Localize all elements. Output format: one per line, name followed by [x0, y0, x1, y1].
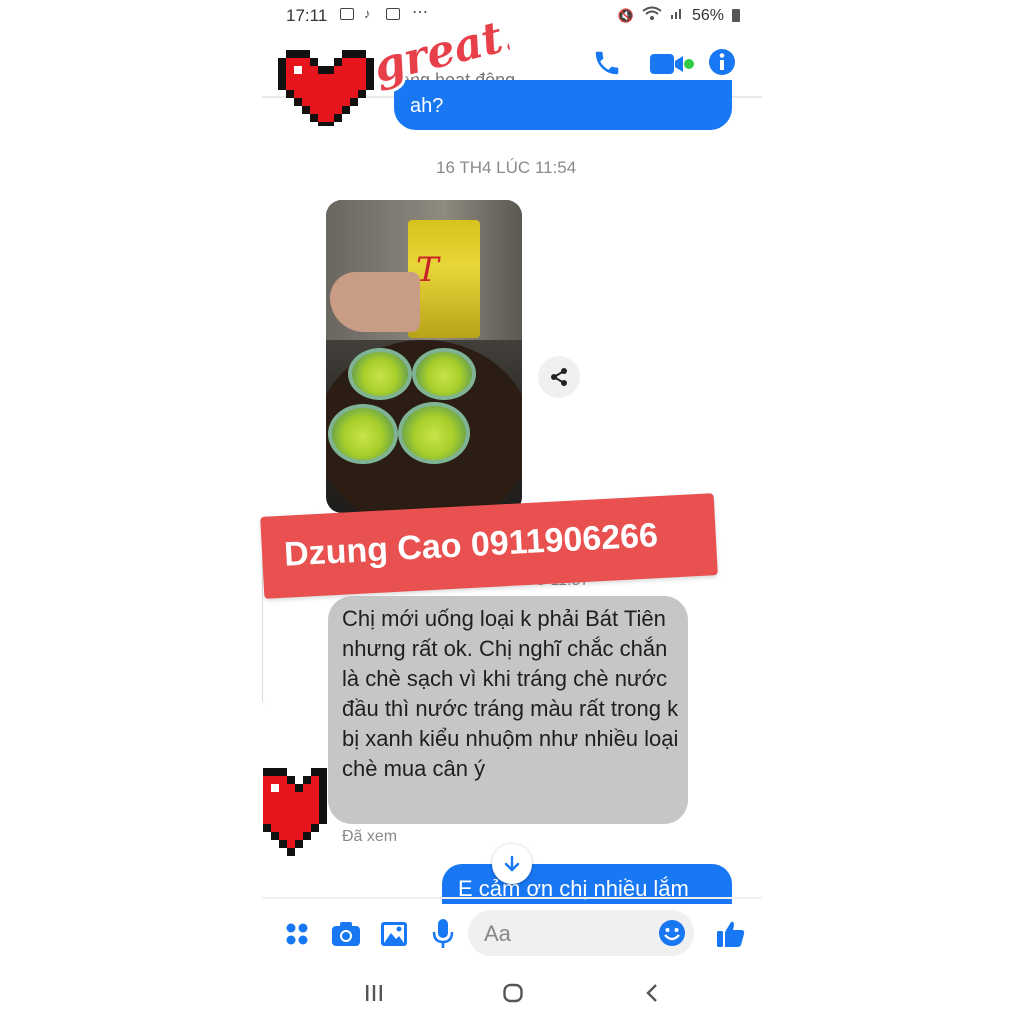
- image-icon: [381, 922, 407, 946]
- home-button[interactable]: [502, 982, 524, 1009]
- incoming-message-bubble[interactable]: Chị mới uống loại k phải Bát Tiên nhưng …: [328, 596, 688, 824]
- home-icon: [503, 983, 523, 1003]
- voice-call-button[interactable]: [592, 48, 622, 83]
- tea-cup: [328, 404, 398, 464]
- arrow-down-icon: [504, 855, 520, 872]
- status-time: 17:11: [286, 6, 328, 25]
- share-icon: [551, 368, 567, 386]
- camera-button[interactable]: [331, 920, 361, 953]
- gallery-button[interactable]: [380, 920, 408, 953]
- four-dots-icon: [286, 923, 308, 945]
- back-button[interactable]: [644, 982, 660, 1009]
- timestamp: 16 TH4 LÚC 11:54: [436, 158, 577, 177]
- scroll-to-bottom-button[interactable]: [492, 844, 532, 884]
- status-right: 🔇 56%: [618, 6, 740, 25]
- message-input[interactable]: Aa: [468, 910, 694, 956]
- emoji-icon[interactable]: [658, 919, 686, 947]
- composer-divider: [262, 897, 762, 899]
- pixel-heart-sticker: [263, 768, 327, 856]
- hand: [330, 272, 420, 332]
- message-text: ah?: [410, 95, 444, 117]
- more-actions-button[interactable]: [285, 922, 309, 951]
- tiktok-notification-icon: ♪: [364, 6, 371, 21]
- info-icon: [709, 49, 735, 75]
- battery-icon: [732, 9, 740, 22]
- voice-message-button[interactable]: [432, 918, 454, 955]
- message-text: Chị mới uống loại k phải Bát Tiên nhưng …: [342, 606, 679, 781]
- mail-notification-icon: [386, 8, 400, 20]
- tea-cup: [412, 348, 476, 400]
- camera-icon: [332, 922, 360, 946]
- gallery-notification-icon: [340, 8, 354, 20]
- contact-watermark-text: Dzung Cao 0911906266: [283, 516, 659, 574]
- signal-icon: [670, 6, 684, 25]
- conversation-info-button[interactable]: [708, 48, 736, 81]
- recent-apps-button[interactable]: [364, 982, 384, 1009]
- recent-apps-icon: [366, 985, 382, 1001]
- outgoing-message-bubble[interactable]: ah?: [394, 80, 732, 130]
- thumbs-up-icon: [717, 921, 745, 947]
- video-call-button[interactable]: [650, 52, 696, 81]
- tea-cup: [348, 348, 412, 400]
- mute-icon: 🔇: [617, 7, 634, 23]
- phone-icon: [595, 51, 619, 75]
- like-button[interactable]: [716, 919, 746, 954]
- battery-level: 56%: [691, 6, 724, 24]
- back-arrow-icon: [646, 984, 657, 1002]
- tea-photo[interactable]: T: [326, 200, 522, 513]
- seen-status: Đã xem: [342, 828, 398, 845]
- microphone-icon: [432, 919, 454, 948]
- video-camera-icon: [650, 54, 694, 74]
- message-input-placeholder: Aa: [484, 921, 511, 946]
- tea-cup: [398, 402, 470, 464]
- share-button[interactable]: [538, 356, 580, 398]
- contact-watermark-banner: Dzung Cao 0911906266: [260, 493, 718, 599]
- wifi-icon: [642, 6, 662, 25]
- pixel-heart-sticker: [278, 50, 374, 126]
